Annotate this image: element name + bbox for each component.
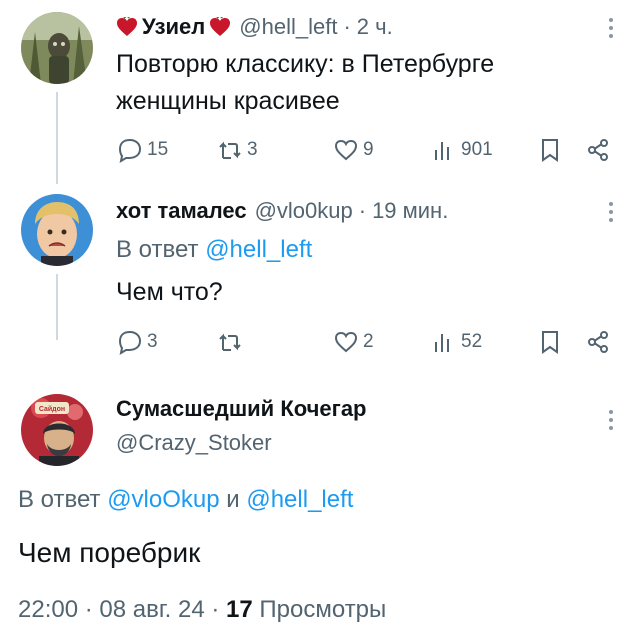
handle[interactable]: @hell_left bbox=[239, 14, 337, 40]
views-icon bbox=[435, 334, 449, 352]
reply-handle-link-2[interactable]: @hell_left bbox=[246, 486, 353, 513]
display-name[interactable]: Узиел bbox=[142, 14, 205, 40]
handle[interactable]: @Crazy_Stoker bbox=[116, 430, 272, 456]
share-button[interactable] bbox=[584, 136, 615, 164]
views-icon bbox=[435, 142, 449, 160]
avatar-uziel[interactable] bbox=[21, 12, 93, 84]
tweet-text: Повторю классику: в Петербурге женщины к… bbox=[116, 50, 495, 115]
avatar-crazy-stoker[interactable]: Сайдон bbox=[21, 394, 93, 466]
share-icon bbox=[588, 331, 608, 353]
tweet-1[interactable]: Узиел @hell_left · 2 ч. Повторю классику… bbox=[0, 0, 640, 184]
like-count: 2 bbox=[363, 331, 374, 352]
reply-count: 15 bbox=[147, 139, 169, 160]
views-button[interactable]: 901 bbox=[430, 136, 493, 164]
reply-context: В ответ @hell_left bbox=[116, 236, 312, 264]
reply-button[interactable]: 3 bbox=[116, 328, 158, 356]
views-count: 901 bbox=[461, 139, 493, 160]
like-icon bbox=[334, 331, 358, 353]
retweet-button[interactable] bbox=[216, 328, 247, 356]
tweet-meta: 22:00 · 08 авг. 24 · 17 Просмотры bbox=[18, 596, 386, 624]
reply-handle-link[interactable]: @hell_left bbox=[205, 236, 312, 263]
share-button[interactable] bbox=[584, 328, 615, 356]
tweet-text: Чем что? bbox=[116, 278, 223, 306]
views-button[interactable]: 52 bbox=[430, 328, 482, 356]
action-bar: 3 2 52 bbox=[116, 328, 616, 358]
author-row: хот тамалес @vlo0kup · 19 мин. bbox=[116, 198, 448, 224]
reply-button[interactable]: 15 bbox=[116, 136, 168, 164]
timestamp[interactable]: 2 ч. bbox=[357, 14, 393, 40]
heart-icon bbox=[210, 17, 231, 36]
author-row: Узиел @hell_left · 2 ч. bbox=[116, 14, 393, 40]
timestamp[interactable]: 19 мин. bbox=[372, 198, 448, 224]
thread-line bbox=[56, 274, 58, 340]
handle-row: @Crazy_Stoker bbox=[116, 430, 272, 456]
like-icon bbox=[334, 139, 358, 161]
more-icon[interactable] bbox=[608, 410, 614, 432]
avatar-badge-text: Сайдон bbox=[39, 405, 65, 413]
views-label: Просмотры bbox=[259, 596, 387, 623]
separator: · bbox=[343, 14, 351, 39]
avatar-hot-tamales[interactable] bbox=[21, 194, 93, 266]
reply-icon bbox=[118, 138, 142, 164]
reply-context: В ответ @vloOkup и @hell_left bbox=[18, 486, 353, 514]
heart-icon bbox=[117, 17, 137, 36]
bookmark-button[interactable] bbox=[536, 328, 567, 356]
like-count: 9 bbox=[363, 139, 374, 160]
separator: · bbox=[358, 198, 367, 223]
more-icon[interactable] bbox=[608, 202, 614, 224]
views-count: 17 bbox=[226, 596, 253, 623]
tweet-2[interactable]: хот тамалес @vlo0kup · 19 мин. В ответ @… bbox=[0, 188, 640, 374]
thread-line bbox=[56, 92, 58, 184]
retweet-button[interactable]: 3 bbox=[216, 136, 258, 164]
reply-prefix: В ответ bbox=[18, 486, 101, 513]
reply-handle-link-1[interactable]: @vloOkup bbox=[107, 486, 219, 513]
share-icon bbox=[588, 139, 608, 161]
reply-and: и bbox=[226, 486, 240, 513]
bookmark-button[interactable] bbox=[536, 136, 567, 164]
display-name[interactable]: хот тамалес bbox=[116, 198, 247, 224]
like-button[interactable]: 9 bbox=[332, 136, 374, 164]
bookmark-icon bbox=[542, 331, 558, 354]
views-count: 52 bbox=[461, 331, 483, 352]
author-row: Сумасшедший Кочегар bbox=[116, 396, 367, 422]
reply-count: 3 bbox=[147, 331, 158, 352]
more-icon[interactable] bbox=[608, 18, 614, 40]
reply-prefix: В ответ bbox=[116, 236, 199, 263]
retweet-icon bbox=[219, 333, 241, 351]
retweet-count: 3 bbox=[247, 139, 258, 160]
tweet-3[interactable]: Сайдон Сумасшедший Кочегар @Crazy_Stoker… bbox=[0, 388, 640, 641]
retweet-icon bbox=[219, 141, 241, 159]
tweet-text: Чем поребрик bbox=[18, 537, 201, 568]
display-name[interactable]: Сумасшедший Кочегар bbox=[116, 396, 367, 422]
like-button[interactable]: 2 bbox=[332, 328, 374, 356]
handle[interactable]: @vlo0kup bbox=[255, 198, 353, 224]
bookmark-icon bbox=[542, 139, 558, 162]
reply-icon bbox=[118, 330, 142, 356]
timestamp[interactable]: 22:00 · 08 авг. 24 · bbox=[18, 596, 219, 623]
action-bar: 15 3 9 901 bbox=[116, 136, 616, 166]
